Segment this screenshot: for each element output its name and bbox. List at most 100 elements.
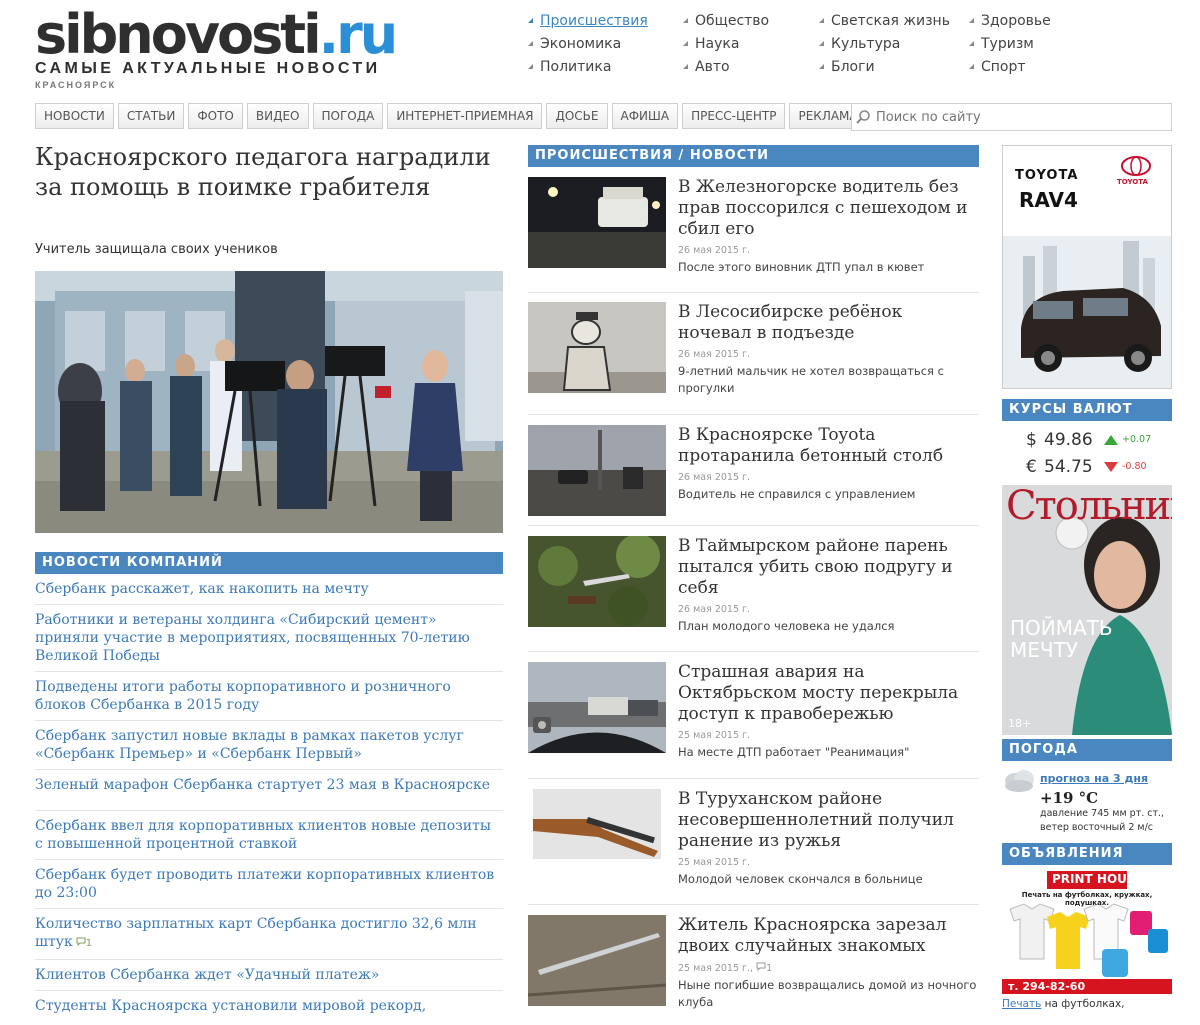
news-item[interactable]: Житель Красноярска зарезал двоих случайн… — [528, 905, 979, 1025]
nav-articles[interactable]: СТАТЬИ — [117, 103, 185, 129]
company-news-item[interactable]: Подведены итоги работы корпоративного и … — [35, 672, 503, 721]
news-item[interactable]: Страшная авария на Октябрьском мосту пер… — [528, 652, 979, 779]
news-lead: Водитель не справился с управлением — [678, 487, 916, 501]
print-house-slogan: Печать на футболках, кружках, подушках. — [1021, 891, 1153, 907]
company-news-item[interactable]: Количество зарплатных карт Сбербанка дос… — [35, 909, 503, 960]
incidents-news-section: ПРОИСШЕСТВИЯ / НОВОСТИ В Железногорске в… — [528, 145, 979, 1025]
news-lead: На месте ДТП работает "Реанимация" — [678, 745, 910, 759]
toyota-ad-model: RAV4 — [1019, 188, 1078, 212]
news-item[interactable]: В Красноярске Toyota протаранила бетонны… — [528, 415, 979, 526]
news-date: 25 мая 2015 г., 1 — [678, 962, 773, 974]
company-news-item[interactable]: Сбербанк ввел для корпоративных клиентов… — [35, 811, 503, 860]
company-news-item[interactable]: Зеленый марафон Сбербанка стартует 23 ма… — [35, 770, 503, 811]
news-lead: Молодой человек скончался в больнице — [678, 872, 923, 886]
category-link-blogs[interactable]: Блоги — [819, 59, 969, 78]
news-thumbnail[interactable] — [528, 662, 666, 753]
news-thumbnail[interactable] — [528, 302, 666, 393]
company-news-item[interactable]: Сбербанк расскажет, как накопить на мечт… — [35, 574, 503, 605]
news-date: 26 мая 2015 г. — [678, 604, 751, 615]
weather-forecast-link[interactable]: прогноз на 3 дня — [1040, 772, 1148, 785]
company-news-heading: НОВОСТИ КОМПАНИЙ — [35, 552, 503, 574]
category-link-politics[interactable]: Политика — [528, 59, 683, 78]
print-house-link[interactable]: Печать — [1002, 998, 1041, 1010]
print-house-ad[interactable]: PRINT HOUSE Печать на футболках, кружках… — [1002, 869, 1172, 994]
nav-dossier[interactable]: ДОСЬЕ — [546, 103, 608, 129]
news-title[interactable]: В Красноярске Toyota протаранила бетонны… — [678, 425, 979, 467]
nav-news[interactable]: НОВОСТИ — [35, 103, 114, 129]
news-title[interactable]: В Туруханском районе несовершеннолетний … — [678, 789, 979, 852]
toyota-ad-banner[interactable]: TOYOTA RAV4 TOYOTA — [1002, 145, 1172, 389]
nav-internet-reception[interactable]: ИНТЕРНЕТ-ПРИЕМНАЯ — [387, 103, 543, 129]
search-input[interactable] — [874, 108, 1158, 126]
triangle-icon — [528, 18, 533, 23]
news-date: 26 мая 2015 г. — [678, 472, 751, 483]
news-item[interactable]: В Лесосибирске ребёнок ночевал в подъезд… — [528, 293, 979, 415]
category-link-incidents[interactable]: Происшествия — [528, 13, 683, 32]
print-house-phone: т. 294-82-60 — [1008, 980, 1086, 993]
ads-heading: ОБЪЯВЛЕНИЯ — [1002, 843, 1172, 865]
news-title[interactable]: Страшная авария на Октябрьском мосту пер… — [678, 662, 979, 725]
news-thumbnail[interactable] — [528, 536, 666, 627]
company-news-list: Сбербанк расскажет, как накопить на мечт… — [35, 574, 503, 1021]
news-item[interactable]: В Таймырском районе парень пытался убить… — [528, 526, 979, 652]
company-news-item[interactable]: Работники и ветераны холдинга «Сибирский… — [35, 605, 503, 672]
magazine-title: Стольник — [1006, 485, 1172, 529]
category-link-tourism[interactable]: Туризм — [969, 36, 1089, 55]
news-thumbnail[interactable] — [528, 789, 666, 880]
company-news-item[interactable]: Сбербанк запустил новые вклады в рамках … — [35, 721, 503, 770]
company-news-item[interactable]: Студенты Красноярска установили мировой … — [35, 991, 503, 1021]
company-news-item[interactable]: Сбербанк будет проводить платежи корпора… — [35, 860, 503, 909]
weather-heading: ПОГОДА — [1002, 739, 1172, 761]
toyota-ad-logo-text: TOYOTA — [1117, 178, 1148, 186]
lead-headline[interactable]: Красноярского педагога наградили за помо… — [35, 142, 505, 202]
comment-icon — [76, 937, 86, 947]
category-link-sport[interactable]: Спорт — [969, 59, 1089, 78]
triangle-icon — [969, 41, 974, 46]
triangle-icon — [683, 64, 688, 69]
category-link-auto[interactable]: Авто — [683, 59, 819, 78]
category-link-social-life[interactable]: Светская жизнь — [819, 13, 969, 32]
triangle-icon — [819, 64, 824, 69]
right-sidebar: TOYOTA RAV4 TOYOTA КУРСЫ ВАЛЮТ $49.86 +0… — [1002, 145, 1172, 1010]
weather-pressure: давление 745 мм рт. ст., — [1040, 808, 1165, 819]
triangle-icon — [969, 18, 974, 23]
magazine-age: 18+ — [1008, 717, 1032, 730]
category-link-science[interactable]: Наука — [683, 36, 819, 55]
weather-wind: ветер восточный 2 м/с — [1040, 822, 1154, 833]
site-city: КРАСНОЯРСК — [35, 80, 117, 90]
comment-icon — [756, 962, 766, 972]
category-link-society[interactable]: Общество — [683, 13, 819, 32]
news-thumbnail[interactable] — [528, 425, 666, 516]
search-icon[interactable] — [852, 109, 874, 125]
magazine-ad[interactable]: Стольник ПОЙМАТЬ МЕЧТУ 18+ — [1002, 485, 1172, 735]
category-link-culture[interactable]: Культура — [819, 36, 969, 55]
news-item[interactable]: В Железногорске водитель без прав поссор… — [528, 167, 979, 293]
category-link-health[interactable]: Здоровье — [969, 13, 1089, 32]
news-title[interactable]: Житель Красноярска зарезал двоих случайн… — [678, 915, 979, 957]
news-lead: Ныне погибшие возвращались домой из ночн… — [678, 978, 977, 1009]
category-link-economy[interactable]: Экономика — [528, 36, 683, 55]
nav-afisha[interactable]: АФИША — [611, 103, 679, 129]
news-thumbnail[interactable] — [528, 915, 666, 1006]
company-news-item[interactable]: Клиентов Сбербанка ждет «Удачный платеж» — [35, 960, 503, 991]
weather-temperature: +19 °С — [1040, 789, 1099, 807]
nav-press-center[interactable]: ПРЕСС-ЦЕНТР — [682, 103, 786, 129]
news-thumbnail[interactable] — [528, 177, 666, 268]
triangle-icon — [819, 18, 824, 23]
news-title[interactable]: В Железногорске водитель без прав поссор… — [678, 177, 979, 240]
company-news-section: НОВОСТИ КОМПАНИЙ Сбербанк расскажет, как… — [35, 552, 503, 1021]
site-logo[interactable]: sibnovosti.ru САМЫЕ АКТУАЛЬНЫЕ НОВОСТИ К… — [35, 3, 398, 91]
lead-subtitle: Учитель защищала своих учеников — [35, 242, 278, 257]
logo-wordmark: sibnovosti.ru — [35, 3, 398, 66]
weather-widget: прогноз на 3 дня +19 °С давление 745 мм … — [1002, 761, 1172, 843]
news-title[interactable]: В Лесосибирске ребёнок ночевал в подъезд… — [678, 302, 979, 344]
nav-video[interactable]: ВИДЕО — [246, 103, 309, 129]
comment-count: 1 — [766, 963, 773, 974]
nav-weather[interactable]: ПОГОДА — [312, 103, 384, 129]
news-lead: После этого виновник ДТП упал в кювет — [678, 260, 925, 274]
triangle-icon — [528, 41, 533, 46]
news-item[interactable]: В Туруханском районе несовершеннолетний … — [528, 779, 979, 905]
news-title[interactable]: В Таймырском районе парень пытался убить… — [678, 536, 979, 599]
nav-photo[interactable]: ФОТО — [188, 103, 243, 129]
lead-photo[interactable] — [35, 271, 503, 533]
